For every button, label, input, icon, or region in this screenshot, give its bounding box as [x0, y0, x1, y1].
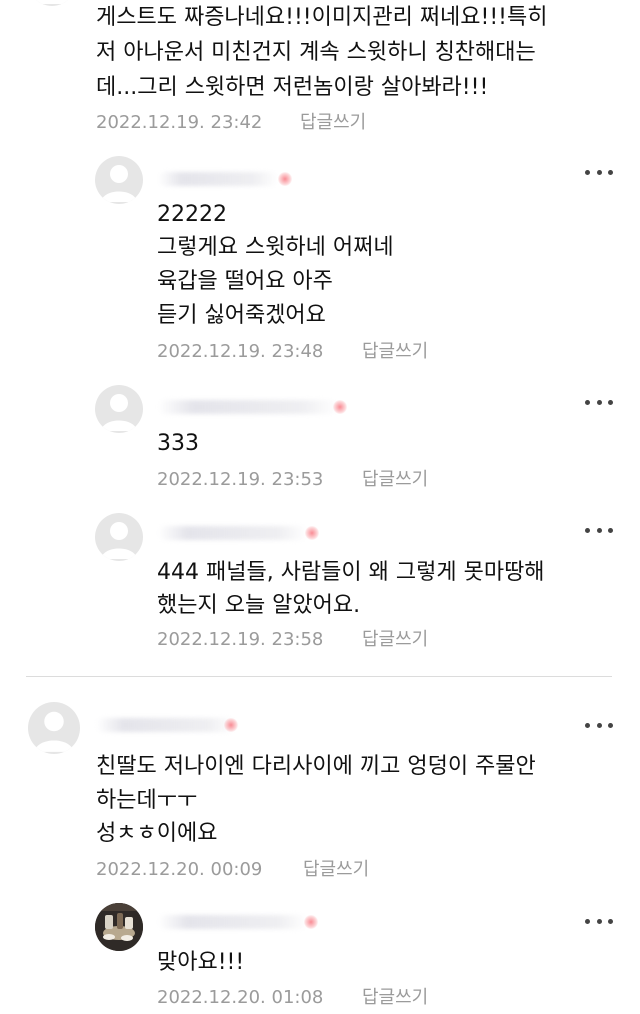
comment-text-line: 육갑을 떨어요 아주: [157, 269, 333, 294]
default-avatar-icon: [101, 165, 137, 202]
comment-divider: [26, 676, 612, 677]
avatar[interactable]: [95, 156, 143, 204]
more-options-icon: [585, 527, 590, 533]
reply-button[interactable]: 답글쓰기: [303, 859, 369, 881]
author-badge: [278, 172, 292, 186]
comment-text-line: 데...그리 스윗하면 저런놈이랑 살아봐라!!!: [96, 75, 489, 100]
default-avatar-icon: [34, 711, 74, 752]
default-avatar-icon: [101, 394, 137, 431]
more-options-button[interactable]: [585, 917, 613, 925]
profile-photo-avatar[interactable]: [95, 903, 143, 951]
comment-text-line: 게스트도 짜증나네요!!!이미지관리 쩌네요!!!특히: [96, 5, 548, 30]
default-avatar-icon: [101, 522, 137, 559]
more-options-button[interactable]: [585, 526, 613, 534]
comment-text-line: 444 패널들, 사람들이 왜 그렇게 못마땅해: [157, 560, 545, 585]
author-name[interactable]: [158, 915, 308, 929]
avatar[interactable]: [28, 702, 80, 754]
comment-text-line: 맞아요!!!: [157, 950, 245, 975]
more-options-icon: [585, 918, 590, 924]
comment-text-line: 333: [157, 431, 199, 456]
author-name[interactable]: [158, 526, 308, 540]
comment-text-line: 그렇게요 스윗하네 어쩌네: [157, 235, 394, 260]
comment-text-line: 22222: [157, 202, 227, 227]
comment-text-line: 듣기 싫어죽겠어요: [157, 303, 326, 328]
author-name[interactable]: [158, 172, 278, 186]
more-options-icon: [585, 169, 590, 175]
reply-button[interactable]: 답글쓰기: [362, 469, 428, 491]
author-name[interactable]: [96, 718, 236, 732]
comment-date: 2022.12.19. 23:58: [157, 629, 324, 650]
more-options-button[interactable]: [585, 721, 613, 729]
comment-date: 2022.12.20. 01:08: [157, 987, 324, 1008]
author-badge: [304, 915, 318, 929]
comment-text-line: 하는데ㅜㅜ: [96, 788, 198, 813]
author-badge: [224, 718, 238, 732]
author-name[interactable]: [158, 400, 338, 414]
comment-date: 2022.12.19. 23:48: [157, 341, 324, 362]
reply-button[interactable]: 답글쓰기: [300, 112, 366, 134]
more-options-icon: [585, 399, 590, 405]
comment-text-line: 성ㅊㅎ이에요: [96, 821, 218, 846]
author-badge: [333, 400, 347, 414]
reply-button[interactable]: 답글쓰기: [362, 341, 428, 363]
comment-text-line: 친딸도 저나이엔 다리사이에 끼고 엉덩이 주물안: [96, 754, 536, 779]
reply-button[interactable]: 답글쓰기: [362, 987, 428, 1009]
author-badge: [305, 526, 319, 540]
avatar[interactable]: [95, 385, 143, 433]
avatar[interactable]: [95, 513, 143, 561]
reply-button[interactable]: 답글쓰기: [362, 629, 428, 651]
comment-date: 2022.12.19. 23:42: [96, 112, 263, 133]
default-avatar-icon: [34, 0, 70, 4]
more-options-button[interactable]: [585, 398, 613, 406]
more-options-button[interactable]: [585, 168, 613, 176]
comment-date: 2022.12.19. 23:53: [157, 469, 324, 490]
comment-text-line: 했는지 오늘 알았어요.: [157, 593, 361, 618]
profile-photo-avatar: [95, 903, 143, 951]
more-options-icon: [585, 722, 590, 728]
avatar[interactable]: [28, 0, 76, 6]
comment-date: 2022.12.20. 00:09: [96, 859, 263, 880]
comment-text-line: 저 아나운서 미친건지 계속 스윗하니 칭찬해대는: [96, 40, 536, 65]
